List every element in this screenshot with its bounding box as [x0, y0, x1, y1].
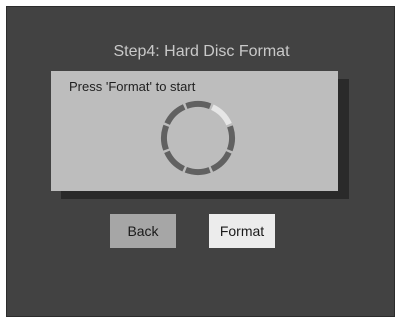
wizard-title: Step4: Hard Disc Format: [113, 43, 290, 60]
spinner-segment: [164, 150, 186, 172]
progress-spinner-icon: [161, 101, 235, 175]
spinner-segment-active: [210, 104, 232, 126]
format-wizard-screen: Step4: Hard Disc Format Press 'Format' t…: [6, 6, 395, 317]
back-button[interactable]: Back: [110, 214, 176, 248]
format-status-panel: Press 'Format' to start: [51, 71, 338, 191]
format-button[interactable]: Format: [209, 214, 275, 248]
tv-frame: Step4: Hard Disc Format Press 'Format' t…: [0, 0, 401, 323]
instruction-text: Press 'Format' to start: [69, 79, 196, 94]
spinner-segment: [226, 125, 235, 152]
spinner-segment: [210, 150, 232, 172]
spinner-segment: [185, 101, 212, 110]
spinner-segment: [161, 124, 170, 151]
spinner-segment: [164, 104, 186, 126]
spinner-segment: [184, 166, 211, 175]
